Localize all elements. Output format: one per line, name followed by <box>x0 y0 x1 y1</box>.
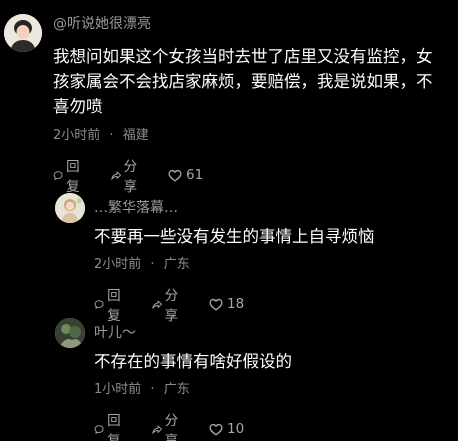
like-count: 61 <box>186 167 204 183</box>
heart-outline-icon <box>209 423 223 435</box>
avatar-image <box>55 193 85 223</box>
comment-actions: 回复 分享 61 <box>53 155 229 195</box>
comment-bubble-icon <box>94 299 104 309</box>
share-arrow-icon <box>110 171 121 180</box>
avatar[interactable] <box>4 14 42 52</box>
avatar[interactable] <box>55 318 85 348</box>
comment-text[interactable]: 我想问如果这个女孩当时去世了店里又没有监控，女 孩家属会不会找店家麻烦，要赔偿，… <box>53 44 433 119</box>
comment-location: 广东 <box>163 382 190 397</box>
share-arrow-icon <box>151 425 162 434</box>
avatar[interactable] <box>55 193 85 223</box>
comment-text-line: 不要再一些没有发生的事情上自寻烦恼 <box>94 227 375 246</box>
comment-username[interactable]: …繁华落幕… <box>94 197 178 217</box>
comment-location: 广东 <box>163 257 190 272</box>
comment-text-line: 喜勿喷 <box>53 97 103 116</box>
comment-username[interactable]: 叶儿～ <box>94 322 136 342</box>
comment-actions: 回复 分享 18 <box>94 284 270 324</box>
comment-time: 2小时前 <box>53 128 101 143</box>
meta-separator: · <box>150 382 155 397</box>
comment-time: 2小时前 <box>94 257 142 272</box>
avatar-image <box>4 14 42 52</box>
reply-label: 回复 <box>107 288 121 324</box>
avatar-image <box>55 318 85 348</box>
comment-location: 福建 <box>122 128 149 143</box>
like-button[interactable]: 18 <box>209 296 244 312</box>
like-count: 10 <box>227 421 245 437</box>
reply-button[interactable]: 回复 <box>53 155 85 195</box>
meta-separator: · <box>150 257 155 272</box>
share-arrow-icon <box>151 300 162 309</box>
share-label: 分享 <box>164 288 179 324</box>
comment-meta: 2小时前 · 福建 <box>53 124 149 143</box>
heart-outline-icon <box>168 169 182 181</box>
comment-text-line: 孩家属会不会找店家麻烦，要赔偿，我是说如果，不 <box>53 72 433 91</box>
share-label: 分享 <box>164 413 179 441</box>
comment-username[interactable]: @听说她很漂亮 <box>53 13 151 33</box>
reply-button[interactable]: 回复 <box>94 409 126 441</box>
comment-text-line: 不存在的事情有啥好假设的 <box>94 352 292 371</box>
comment-text[interactable]: 不要再一些没有发生的事情上自寻烦恼 <box>94 224 375 249</box>
share-button[interactable]: 分享 <box>151 284 184 324</box>
comment-text-line: 我想问如果这个女孩当时去世了店里又没有监控，女 <box>53 47 433 66</box>
comment-meta: 2小时前 · 广东 <box>94 253 190 272</box>
share-button[interactable]: 分享 <box>110 155 143 195</box>
comment-bubble-icon <box>94 424 104 434</box>
comment-actions: 回复 分享 10 <box>94 409 270 441</box>
like-count: 18 <box>227 296 245 312</box>
comment-text[interactable]: 不存在的事情有啥好假设的 <box>94 349 292 374</box>
meta-separator: · <box>109 128 114 143</box>
heart-outline-icon <box>209 298 223 310</box>
comment-time: 1小时前 <box>94 382 142 397</box>
like-button[interactable]: 61 <box>168 167 203 183</box>
like-button[interactable]: 10 <box>209 421 244 437</box>
comment-bubble-icon <box>53 170 63 180</box>
reply-button[interactable]: 回复 <box>94 284 126 324</box>
reply-label: 回复 <box>107 413 121 441</box>
comment-meta: 1小时前 · 广东 <box>94 378 190 397</box>
share-button[interactable]: 分享 <box>151 409 184 441</box>
reply-label: 回复 <box>66 159 80 195</box>
share-label: 分享 <box>123 159 138 195</box>
